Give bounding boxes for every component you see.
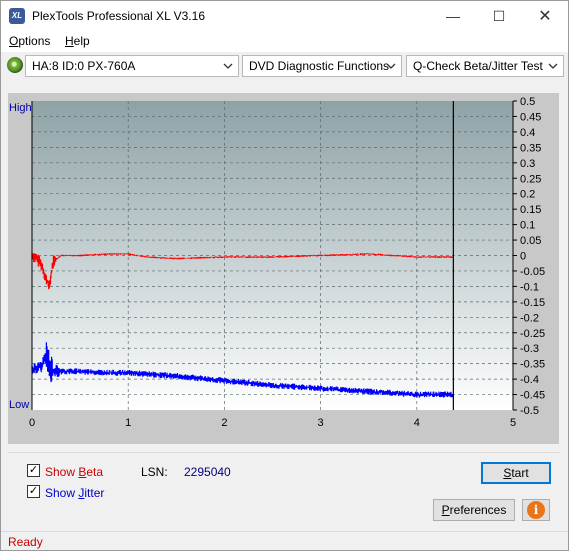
y-tick-label: 0.4 bbox=[520, 127, 535, 139]
lsn-value: 2295040 bbox=[184, 465, 231, 479]
status-bar: Ready bbox=[1, 531, 568, 550]
chevron-down-icon bbox=[223, 63, 233, 69]
menu-bar: Options Help bbox=[1, 31, 568, 52]
y-tick-label: -0.4 bbox=[520, 374, 539, 386]
y-tick-label: 0.2 bbox=[520, 189, 535, 201]
options-panel: ✓ Show Beta ✓ Show Jitter LSN: 2295040 S… bbox=[8, 452, 560, 527]
toolbar: HA:8 ID:0 PX-760A DVD Diagnostic Functio… bbox=[1, 53, 568, 79]
show-jitter-text: Show bbox=[45, 486, 79, 500]
y-tick-label: -0.15 bbox=[520, 297, 545, 309]
y-tick-label: -0.3 bbox=[520, 343, 539, 355]
start-label: tart bbox=[511, 466, 529, 480]
preferences-label: references bbox=[449, 503, 507, 517]
info-icon: i bbox=[527, 501, 545, 519]
close-button[interactable]: ✕ bbox=[522, 1, 568, 31]
show-jitter-text-rest: itter bbox=[84, 486, 105, 500]
test-select[interactable]: Q-Check Beta/Jitter Test bbox=[406, 55, 564, 77]
drive-select-value: HA:8 ID:0 PX-760A bbox=[32, 59, 136, 73]
disc-drive-icon bbox=[7, 57, 23, 73]
y-tick-label: -0.1 bbox=[520, 281, 539, 293]
show-beta-checkbox[interactable]: ✓ bbox=[27, 464, 40, 477]
info-button[interactable]: i bbox=[522, 499, 550, 521]
y-tick-label: 0.05 bbox=[520, 235, 541, 247]
x-tick-label: 4 bbox=[414, 417, 420, 429]
y-tick-label: 0.45 bbox=[520, 111, 541, 123]
window-title: PlexTools Professional XL V3.16 bbox=[32, 9, 205, 23]
menu-help-accelerator: H bbox=[65, 34, 74, 48]
y-tick-label: 0.1 bbox=[520, 220, 535, 232]
x-tick-label: 0 bbox=[29, 417, 35, 429]
x-tick-label: 5 bbox=[510, 417, 516, 429]
show-beta-label[interactable]: Show Beta bbox=[45, 465, 103, 479]
y-tick-label: 0.5 bbox=[520, 96, 535, 108]
y-tick-label: -0.2 bbox=[520, 312, 539, 324]
high-label: High bbox=[9, 102, 32, 114]
status-text: Ready bbox=[8, 535, 43, 549]
chevron-down-icon bbox=[548, 63, 558, 69]
x-tick-label: 1 bbox=[125, 417, 131, 429]
show-jitter-checkbox[interactable]: ✓ bbox=[27, 485, 40, 498]
function-select-value: DVD Diagnostic Functions bbox=[249, 59, 390, 73]
app-window: XL PlexTools Professional XL V3.16 — ☐ ✕… bbox=[0, 0, 569, 551]
menu-help[interactable]: Help bbox=[65, 34, 90, 48]
show-jitter-label[interactable]: Show Jitter bbox=[45, 486, 104, 500]
low-label: Low bbox=[9, 399, 29, 411]
test-select-value: Q-Check Beta/Jitter Test bbox=[413, 59, 543, 73]
menu-options-accelerator: O bbox=[9, 34, 19, 48]
show-beta-text-rest: eta bbox=[86, 465, 104, 479]
y-tick-label: -0.5 bbox=[520, 405, 539, 417]
preferences-button[interactable]: Preferences bbox=[433, 499, 515, 521]
minimize-button[interactable]: — bbox=[430, 1, 476, 31]
y-tick-label: -0.35 bbox=[520, 359, 545, 371]
y-tick-label: -0.05 bbox=[520, 266, 545, 278]
title-bar: XL PlexTools Professional XL V3.16 — ☐ ✕ bbox=[1, 1, 568, 31]
x-tick-label: 2 bbox=[221, 417, 227, 429]
show-beta-text: Show bbox=[45, 465, 79, 479]
y-tick-label: -0.25 bbox=[520, 328, 545, 340]
y-tick-label: 0.35 bbox=[520, 142, 541, 154]
drive-select[interactable]: HA:8 ID:0 PX-760A bbox=[25, 55, 239, 77]
preferences-accelerator: P bbox=[441, 503, 450, 517]
lsn-label: LSN: bbox=[141, 465, 168, 479]
y-tick-label: 0.3 bbox=[520, 158, 535, 170]
menu-help-label: elp bbox=[73, 34, 90, 48]
maximize-button[interactable]: ☐ bbox=[476, 1, 522, 31]
menu-options-label: ptions bbox=[18, 34, 51, 48]
menu-options[interactable]: Options bbox=[9, 34, 50, 48]
y-tick-label: 0.25 bbox=[520, 173, 541, 185]
x-tick-label: 3 bbox=[318, 417, 324, 429]
chevron-down-icon bbox=[386, 63, 396, 69]
beta-jitter-chart: 0 1 2 3 4 5 0.5 0.45 0.4 0.35 0.3 0.25 0.2 0.15 0.1 0.0… bbox=[9, 96, 545, 429]
chart-panel: 0 1 2 3 4 5 0.5 0.45 0.4 0.35 0.3 0.25 0.2 0.15 0.1 0.0… bbox=[8, 93, 559, 444]
app-logo-icon: XL bbox=[9, 8, 25, 24]
start-button[interactable]: Start bbox=[481, 462, 551, 484]
y-tick-label: -0.45 bbox=[520, 390, 545, 402]
y-tick-label: 0 bbox=[520, 251, 526, 263]
y-tick-label: 0.15 bbox=[520, 204, 541, 216]
function-select[interactable]: DVD Diagnostic Functions bbox=[242, 55, 402, 77]
